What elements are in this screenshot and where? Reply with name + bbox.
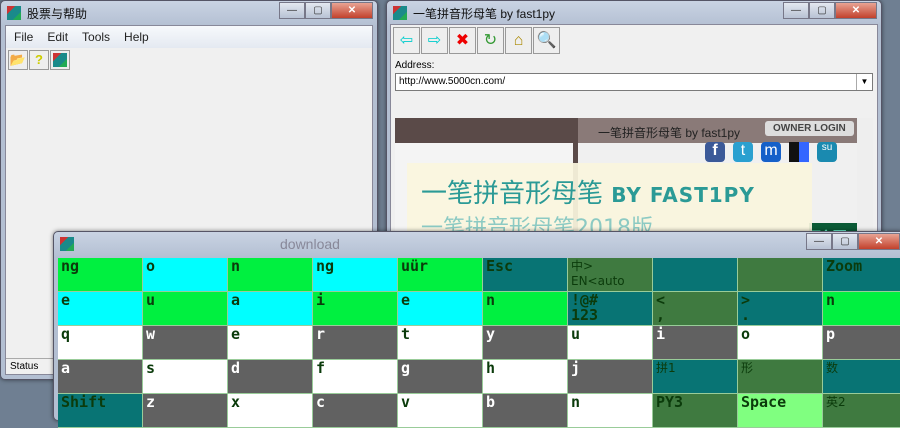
key-中>EN<auto[interactable]: 中> EN<auto bbox=[568, 258, 653, 292]
key-w[interactable]: w bbox=[143, 326, 228, 360]
key-g[interactable]: g bbox=[398, 360, 483, 394]
close-button[interactable]: ✕ bbox=[331, 2, 373, 19]
key-n[interactable]: n bbox=[228, 258, 313, 292]
facebook-icon[interactable]: f bbox=[705, 142, 725, 162]
key-i[interactable]: i bbox=[653, 326, 738, 360]
key-e[interactable]: e bbox=[398, 292, 483, 326]
window-title: 股票与帮助 bbox=[27, 6, 88, 21]
key-x[interactable]: x bbox=[228, 394, 313, 428]
banner-title: 一笔拼音形母笔 bbox=[421, 179, 604, 209]
key-uür[interactable]: uür bbox=[398, 258, 483, 292]
address-label: Address: bbox=[395, 60, 435, 71]
minimize-button[interactable]: — bbox=[806, 233, 832, 250]
key-t[interactable]: t bbox=[398, 326, 483, 360]
maximize-button[interactable]: ▢ bbox=[305, 2, 331, 19]
key-PY3[interactable]: PY3 bbox=[653, 394, 738, 428]
forward-icon[interactable]: ⇨ bbox=[421, 27, 448, 54]
key-z[interactable]: z bbox=[143, 394, 228, 428]
twitter-icon[interactable]: t bbox=[733, 142, 753, 162]
key-形[interactable]: 形 bbox=[738, 360, 823, 394]
key-y[interactable]: y bbox=[483, 326, 568, 360]
app-icon[interactable] bbox=[50, 50, 70, 70]
menu-help[interactable]: Help bbox=[124, 30, 149, 44]
key-e[interactable]: e bbox=[58, 292, 143, 326]
title-bar[interactable]: download — ▢ ✕ bbox=[54, 232, 900, 256]
app-icon bbox=[7, 6, 21, 20]
key-p[interactable]: p bbox=[823, 326, 900, 360]
title-bar[interactable]: 股票与帮助 — ▢ ✕ bbox=[1, 1, 377, 25]
key-blank[interactable] bbox=[653, 258, 738, 292]
key-a[interactable]: a bbox=[228, 292, 313, 326]
key-v[interactable]: v bbox=[398, 394, 483, 428]
back-icon[interactable]: ⇦ bbox=[393, 27, 420, 54]
menu-file[interactable]: File bbox=[14, 30, 33, 44]
keyboard-grid: ng o n ng uür Esc 中> EN<auto Zoom e u a i e n !@# 123 <… bbox=[58, 258, 900, 428]
title-bar[interactable]: 一笔拼音形母笔 by fast1py — ▢ ✕ bbox=[387, 1, 881, 25]
close-button[interactable]: ✕ bbox=[858, 233, 900, 250]
key-Zoom[interactable]: Zoom bbox=[823, 258, 900, 292]
key-o[interactable]: o bbox=[738, 326, 823, 360]
banner-by: BY FAST1PY bbox=[611, 183, 755, 207]
key-i[interactable]: i bbox=[313, 292, 398, 326]
refresh-icon[interactable]: ↻ bbox=[477, 27, 504, 54]
key-英2[interactable]: 英2 bbox=[823, 394, 900, 428]
key-f[interactable]: f bbox=[313, 360, 398, 394]
open-folder-icon[interactable]: 📂 bbox=[8, 50, 28, 70]
myspace-icon[interactable]: m bbox=[761, 142, 781, 162]
delicious-icon[interactable]: d bbox=[789, 142, 809, 162]
key-blank[interactable] bbox=[738, 258, 823, 292]
maximize-button[interactable]: ▢ bbox=[832, 233, 858, 250]
key-e[interactable]: e bbox=[228, 326, 313, 360]
key-ng[interactable]: ng bbox=[58, 258, 143, 292]
window-title: 一笔拼音形母笔 by fast1py bbox=[413, 6, 556, 21]
help-icon[interactable]: ? bbox=[29, 50, 49, 70]
key-拼1[interactable]: 拼1 bbox=[653, 360, 738, 394]
menu-bar: File Edit Tools Help bbox=[6, 26, 372, 48]
stop-icon[interactable]: ✖ bbox=[449, 27, 476, 54]
key-b[interactable]: b bbox=[483, 394, 568, 428]
scrollbar[interactable] bbox=[857, 118, 873, 238]
key-c[interactable]: c bbox=[313, 394, 398, 428]
key-n[interactable]: n bbox=[568, 394, 653, 428]
address-input[interactable]: http://www.5000cn.com/▼ bbox=[395, 73, 873, 91]
key-j[interactable]: j bbox=[568, 360, 653, 394]
key-u[interactable]: u bbox=[568, 326, 653, 360]
minimize-button[interactable]: — bbox=[279, 2, 305, 19]
owner-login-button[interactable]: OWNER LOGIN bbox=[765, 121, 854, 136]
key-n[interactable]: n bbox=[483, 292, 568, 326]
key-n[interactable]: n bbox=[823, 292, 900, 326]
search-icon[interactable]: 🔍 bbox=[533, 27, 560, 54]
home-icon[interactable]: ⌂ bbox=[505, 27, 532, 54]
key-h[interactable]: h bbox=[483, 360, 568, 394]
menu-tools[interactable]: Tools bbox=[82, 30, 110, 44]
key-r[interactable]: r bbox=[313, 326, 398, 360]
key-Shift[interactable]: Shift bbox=[58, 394, 143, 428]
menu-edit[interactable]: Edit bbox=[47, 30, 68, 44]
key-s[interactable]: s bbox=[143, 360, 228, 394]
key-ng[interactable]: ng bbox=[313, 258, 398, 292]
key-d[interactable]: d bbox=[228, 360, 313, 394]
key-u[interactable]: u bbox=[143, 292, 228, 326]
key->.[interactable]: > . bbox=[738, 292, 823, 326]
close-button[interactable]: ✕ bbox=[835, 2, 877, 19]
dropdown-arrow-icon[interactable]: ▼ bbox=[856, 74, 872, 90]
key-数[interactable]: 数 bbox=[823, 360, 900, 394]
key-o[interactable]: o bbox=[143, 258, 228, 292]
maximize-button[interactable]: ▢ bbox=[809, 2, 835, 19]
key-Space[interactable]: Space bbox=[738, 394, 823, 428]
key-!@#123[interactable]: !@# 123 bbox=[568, 292, 653, 326]
download-text: download bbox=[280, 236, 340, 252]
minimize-button[interactable]: — bbox=[783, 2, 809, 19]
keyboard-window: download — ▢ ✕ ng o n ng uür Esc 中> EN<auto Zoom e… bbox=[53, 231, 900, 428]
stumbleupon-icon[interactable]: su bbox=[817, 142, 837, 162]
key-Esc[interactable]: Esc bbox=[483, 258, 568, 292]
key-<,[interactable]: < , bbox=[653, 292, 738, 326]
key-a[interactable]: a bbox=[58, 360, 143, 394]
key-q[interactable]: q bbox=[58, 326, 143, 360]
